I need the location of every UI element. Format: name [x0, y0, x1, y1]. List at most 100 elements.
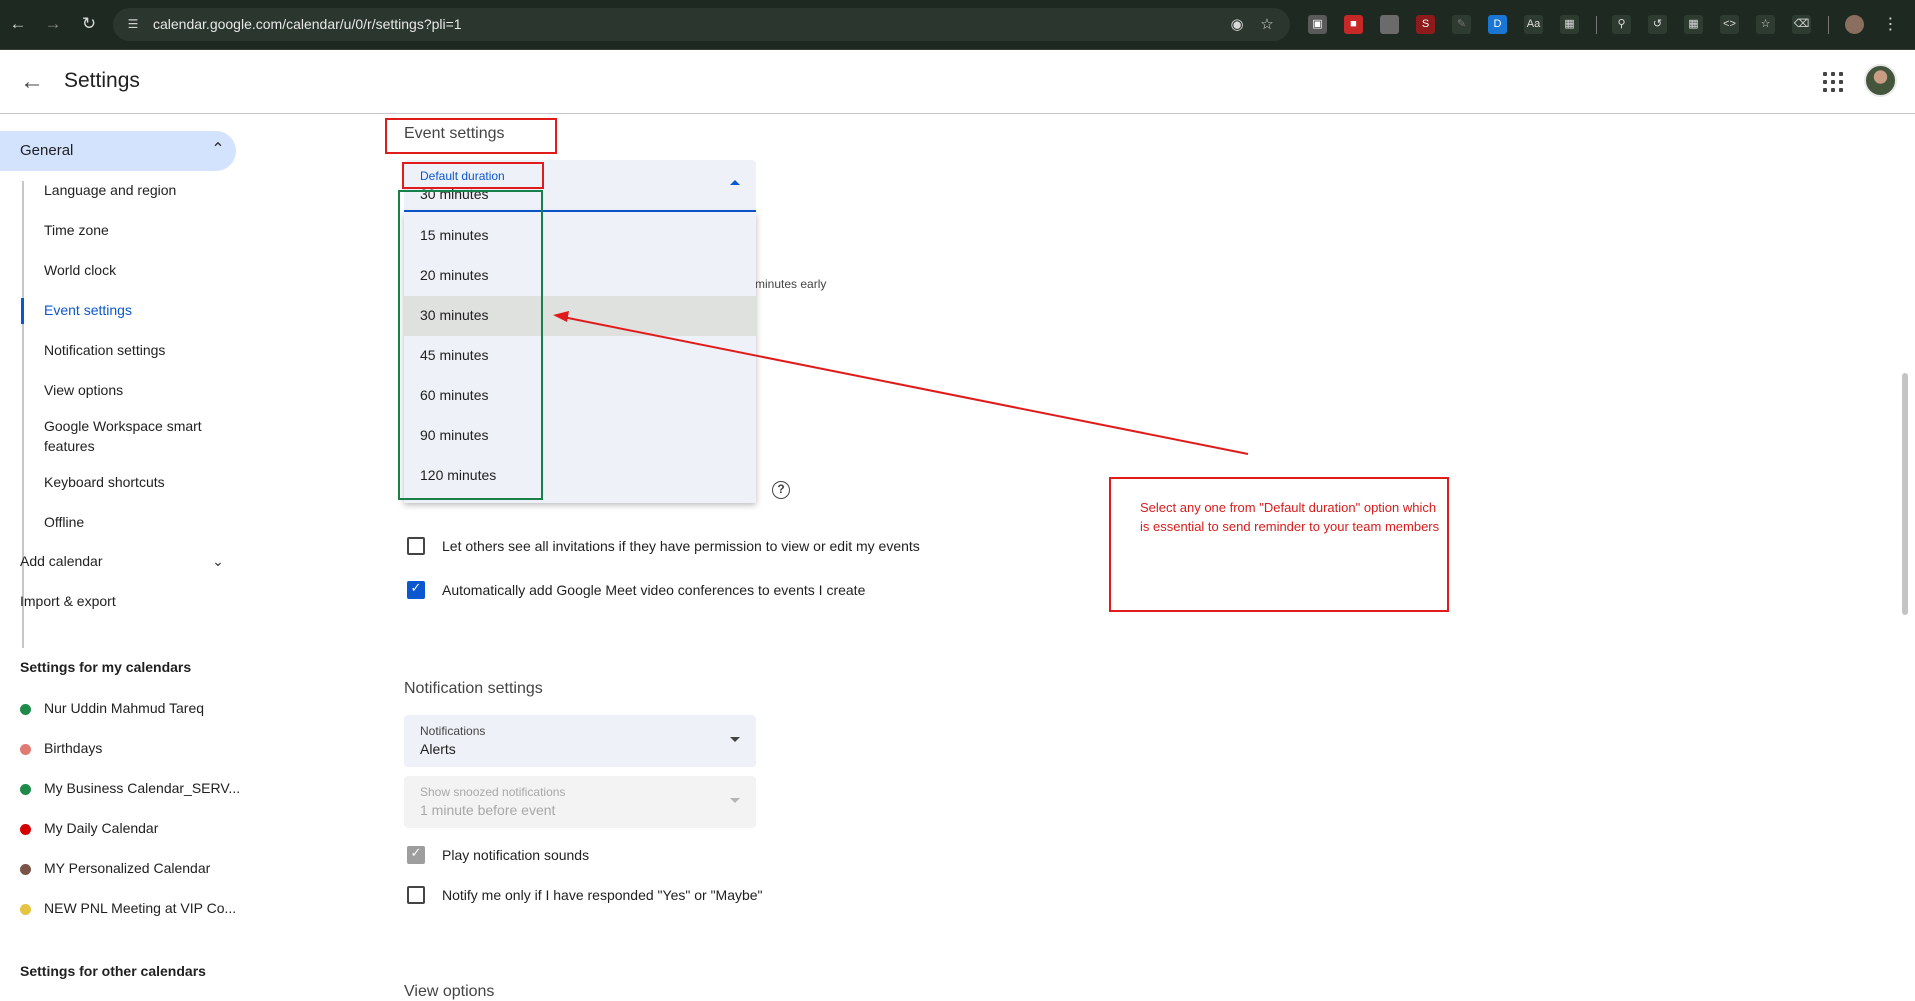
sidebar-item-event-settings[interactable]: Event settings	[44, 300, 219, 320]
reload-icon[interactable]: ↻	[78, 13, 100, 35]
browser-menu-icon[interactable]: ⋮	[1881, 15, 1900, 34]
site-info-icon[interactable]: ☰	[125, 16, 141, 32]
subnav-active-indicator	[21, 298, 24, 324]
code-icon[interactable]: <>	[1720, 15, 1739, 34]
page-scrollbar-thumb[interactable]	[1902, 373, 1908, 615]
view-options-title-cut: View options	[404, 983, 495, 1000]
bookmark-star-icon[interactable]: ☆	[1258, 16, 1276, 34]
location-pin-icon[interactable]: ⚲	[1612, 15, 1631, 34]
calendar-list-item[interactable]: My Business Calendar_SERV...	[20, 779, 240, 799]
caret-up-icon	[730, 180, 740, 185]
page-title: Settings	[64, 69, 140, 92]
history-icon[interactable]: ↺	[1648, 15, 1667, 34]
notifications-label: Notifications	[420, 724, 486, 738]
caret-down-icon	[730, 737, 740, 742]
checkmark-icon: ✓	[410, 845, 422, 860]
sidebar-item-keyboard-shortcuts[interactable]: Keyboard shortcuts	[44, 472, 219, 492]
toolbar-divider	[1596, 16, 1597, 34]
calendar-list-item[interactable]: MY Personalized Calendar	[20, 859, 240, 879]
sidebar-item-workspace-smart-features[interactable]: Google Workspace smart features	[44, 416, 219, 456]
calendar-color-dot	[20, 744, 31, 755]
calendar-color-dot	[20, 904, 31, 915]
screenshot-extension-icon[interactable]: ■	[1344, 15, 1363, 34]
caret-down-icon	[730, 798, 740, 803]
red-s-extension-icon[interactable]: S	[1416, 15, 1435, 34]
extensions-puzzle-icon[interactable]: ▦	[1560, 15, 1579, 34]
snoozed-notifications-select: Show snoozed notifications 1 minute befo…	[404, 776, 756, 828]
sidebar-item-notification-settings[interactable]: Notification settings	[44, 340, 219, 360]
calendar-list-item[interactable]: My Daily Calendar	[20, 819, 240, 839]
subnav-guide-line	[22, 181, 24, 648]
camera-extension-icon[interactable]: ▣	[1308, 15, 1327, 34]
play-sounds-checkbox-label: Play notification sounds	[442, 847, 590, 863]
account-avatar[interactable]	[1864, 64, 1897, 97]
address-bar[interactable]: ☰ calendar.google.com/calendar/u/0/r/set…	[113, 8, 1290, 41]
calendar-color-dot	[20, 824, 31, 835]
browser-toolbar: ← → ↻ ☰ calendar.google.com/calendar/u/0…	[0, 0, 1915, 50]
my-calendars-heading: Settings for my calendars	[20, 659, 192, 675]
font-extension-icon[interactable]: Aa	[1524, 15, 1543, 34]
notifications-select[interactable]: Notifications Alerts	[404, 715, 756, 767]
calendar-color-dot	[20, 864, 31, 875]
chevron-up-icon[interactable]: ⌃	[209, 139, 227, 161]
settings-main: Event settings minutes early Default dur…	[245, 115, 1885, 1000]
url-text[interactable]: calendar.google.com/calendar/u/0/r/setti…	[153, 16, 462, 32]
google-meet-checkbox-label: Automatically add Google Meet video conf…	[442, 582, 866, 598]
table-icon[interactable]: ▦	[1684, 15, 1703, 34]
google-meet-checkbox[interactable]: ✓	[407, 580, 425, 599]
forward-icon[interactable]: →	[42, 13, 64, 35]
calendar-list-item[interactable]: Birthdays	[20, 739, 240, 759]
sidebar-item-world-clock[interactable]: World clock	[44, 260, 219, 280]
grey-extension-icon[interactable]	[1380, 15, 1399, 34]
nav-general-label: General	[20, 142, 74, 159]
calendar-label: Nur Uddin Mahmud Tareq	[44, 700, 205, 716]
notification-settings-title: Notification settings	[404, 680, 543, 697]
calendar-label: My Daily Calendar	[44, 820, 159, 836]
help-icon[interactable]: ?	[772, 481, 790, 499]
settings-sidebar: General ⌃ Language and region Time zone …	[0, 115, 245, 993]
sidebar-item-language-region[interactable]: Language and region	[44, 180, 219, 200]
eye-icon[interactable]: ◉	[1228, 16, 1246, 34]
pen-extension-icon[interactable]: ✎	[1452, 15, 1471, 34]
sidebar-item-view-options[interactable]: View options	[44, 380, 219, 400]
responded-only-checkbox-label: Notify me only if I have responded "Yes"…	[442, 887, 763, 903]
invitations-checkbox-label: Let others see all invitations if they h…	[442, 538, 920, 554]
calendar-label: MY Personalized Calendar	[44, 860, 211, 876]
back-arrow-icon[interactable]: ←	[18, 68, 46, 96]
back-icon[interactable]: ←	[7, 13, 29, 35]
highlight-duration-options-box	[398, 190, 543, 500]
calendar-list-item[interactable]: NEW PNL Meeting at VIP Co...	[20, 899, 240, 919]
calendar-list-item[interactable]: Nur Uddin Mahmud Tareq	[20, 699, 240, 719]
responded-only-checkbox[interactable]	[407, 886, 425, 904]
toolbar-divider-2	[1828, 16, 1829, 34]
nav-add-calendar[interactable]: Add calendar	[20, 553, 103, 569]
calendar-label: My Business Calendar_SERV...	[44, 780, 241, 796]
calendar-label: Birthdays	[44, 740, 103, 756]
checkmark-icon: ✓	[410, 580, 422, 595]
highlight-default-duration-label-box	[402, 162, 544, 189]
app-header: ← Settings	[0, 50, 1915, 114]
snoozed-label: Show snoozed notifications	[420, 785, 566, 799]
nav-import-export[interactable]: Import & export	[20, 593, 116, 609]
calendar-color-dot	[20, 704, 31, 715]
calendar-label: NEW PNL Meeting at VIP Co...	[44, 900, 237, 916]
annotation-callout: Select any one from "Default duration" o…	[1109, 477, 1449, 612]
other-calendars-heading: Settings for other calendars	[20, 963, 206, 979]
notifications-value: Alerts	[420, 741, 456, 757]
play-sounds-checkbox: ✓	[407, 845, 425, 864]
blue-d-extension-icon[interactable]: D	[1488, 15, 1507, 34]
chevron-down-icon[interactable]: ⌄	[209, 550, 227, 572]
annotation-text: Select any one from "Default duration" o…	[1140, 500, 1440, 534]
google-apps-icon[interactable]	[1821, 70, 1845, 94]
sidebar-item-offline[interactable]: Offline	[44, 512, 219, 532]
sidebar-item-time-zone[interactable]: Time zone	[44, 220, 219, 240]
snoozed-value: 1 minute before event	[420, 802, 556, 818]
trash-icon[interactable]: ⌫	[1792, 15, 1811, 34]
nav-general[interactable]: General ⌃	[0, 131, 236, 171]
invitations-checkbox[interactable]	[407, 537, 425, 555]
highlight-event-settings-box	[385, 118, 557, 154]
bookmarks-icon[interactable]: ☆	[1756, 15, 1775, 34]
partial-hidden-text: minutes early	[755, 277, 827, 291]
calendar-color-dot	[20, 784, 31, 795]
profile-avatar-icon[interactable]	[1845, 15, 1864, 34]
